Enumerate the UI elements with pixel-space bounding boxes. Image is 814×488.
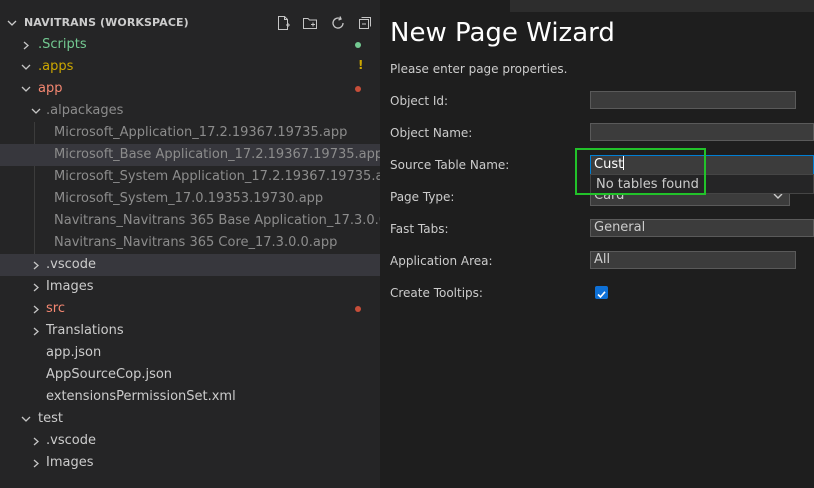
tree-item-label: Translations [46,323,124,338]
tree-item-label: Images [46,279,94,294]
tree-item-label: .vscode [46,257,96,272]
chevron-down-icon [773,193,783,199]
explorer-sidebar: NAVITRANS (WORKSPACE) .Scripts .apps ! a… [0,0,380,488]
chevron-down-icon[interactable] [7,18,17,28]
object-id-input[interactable] [590,91,796,109]
chevron-down-icon [31,108,41,114]
tree-item-file[interactable]: Microsoft_System Application_17.2.19367.… [0,166,380,188]
tree-item-label: Microsoft_Application_17.2.19367.19735.a… [54,125,348,140]
page-type-label: Page Type: [390,190,455,204]
chevron-right-icon [33,327,39,336]
tree-item-images[interactable]: Images [0,452,380,474]
chevron-down-icon [21,416,31,422]
tree-item-label: test [38,411,63,426]
application-area-input[interactable]: All [590,251,796,269]
tree-item-label: Navitrans_Navitrans 365 Base Application… [54,213,380,228]
chevron-right-icon [23,41,29,50]
new-page-wizard-panel: New Page Wizard Please enter page proper… [380,0,814,488]
tree-item-label: Microsoft_Base Application_17.2.19367.19… [54,147,380,162]
tree-item-alpackages[interactable]: .alpackages [0,100,380,122]
git-status-warning: ! [358,58,364,72]
tree-item-app[interactable]: app [0,78,380,100]
tree-item-test[interactable]: test [0,408,380,430]
tab-strip [510,0,814,12]
tree-item-label: Images [46,455,94,470]
tree-item-app-json[interactable]: app.json [0,342,380,364]
check-icon [597,291,606,299]
tree-item-file[interactable]: Microsoft_Application_17.2.19367.19735.a… [0,122,380,144]
tree-item-label: extensionsPermissionSet.xml [46,389,236,404]
create-tooltips-checkbox[interactable] [595,286,608,299]
tree-item-scripts[interactable]: .Scripts [0,34,380,56]
tree-item-label: .apps [38,59,74,74]
new-file-icon[interactable] [275,15,291,31]
tree-item-file[interactable]: Navitrans_Navitrans 365 Core_17.3.0.0.ap… [0,232,380,254]
tree-item-src[interactable]: src [0,298,380,320]
tree-item-apps[interactable]: .apps ! [0,56,380,78]
tree-item-label: app.json [46,345,102,360]
page-title: New Page Wizard [390,18,615,48]
tree-item-file[interactable]: Microsoft_System_17.0.19353.19730.app [0,188,380,210]
tree-item-vscode[interactable]: .vscode [0,254,380,276]
chevron-right-icon [33,305,39,314]
chevron-right-icon [33,459,39,468]
chevron-down-icon [21,64,31,70]
tree-item-label: src [46,301,65,316]
editor-tab-bar [380,0,814,12]
tree-item-vscode[interactable]: .vscode [0,430,380,452]
git-status-dot [355,86,361,92]
git-status-dot [355,306,361,312]
chevron-right-icon [33,283,39,292]
object-name-input[interactable] [590,123,814,141]
application-area-label: Application Area: [390,254,493,268]
create-tooltips-label: Create Tooltips: [390,286,483,300]
chevron-down-icon [21,86,31,92]
explorer-header[interactable]: NAVITRANS (WORKSPACE) [0,12,380,34]
tree-item-label: .alpackages [46,103,124,118]
tree-item-file[interactable]: Microsoft_Base Application_17.2.19367.19… [0,144,380,166]
tree-item-images[interactable]: Images [0,276,380,298]
chevron-right-icon [33,261,39,270]
workspace-title: NAVITRANS (WORKSPACE) [24,16,189,29]
tree-item-label: app [38,81,63,96]
source-table-label: Source Table Name: [390,158,510,172]
tree-item-label: AppSourceCop.json [46,367,173,382]
object-id-label: Object Id: [390,94,449,108]
tree-item-file[interactable]: Navitrans_Navitrans 365 Base Application… [0,210,380,232]
tree-item-label: Navitrans_Navitrans 365 Core_17.3.0.0.ap… [54,235,338,250]
tree-item-appsourcecop-json[interactable]: AppSourceCop.json [0,364,380,386]
tree-item-translations[interactable]: Translations [0,320,380,342]
fast-tabs-label: Fast Tabs: [390,222,449,236]
page-subtitle: Please enter page properties. [390,62,568,76]
chevron-right-icon [33,437,39,446]
collapse-all-icon[interactable] [357,15,373,31]
new-folder-icon[interactable] [302,15,318,31]
tree-item-label: Microsoft_System_17.0.19353.19730.app [54,191,324,206]
tree-item-label: .Scripts [38,37,87,52]
fast-tabs-input[interactable]: General [590,219,814,237]
refresh-icon[interactable] [330,15,346,31]
object-name-label: Object Name: [390,126,473,140]
tree-item-permissionset[interactable]: extensionsPermissionSet.xml [0,386,380,408]
highlight-annotation-box [575,148,706,195]
tree-item-label: Microsoft_System Application_17.2.19367.… [54,169,380,184]
tree-item-label: .vscode [46,433,96,448]
vscode-window: NAVITRANS (WORKSPACE) .Scripts .apps ! a… [0,0,814,488]
git-status-dot [355,42,361,48]
